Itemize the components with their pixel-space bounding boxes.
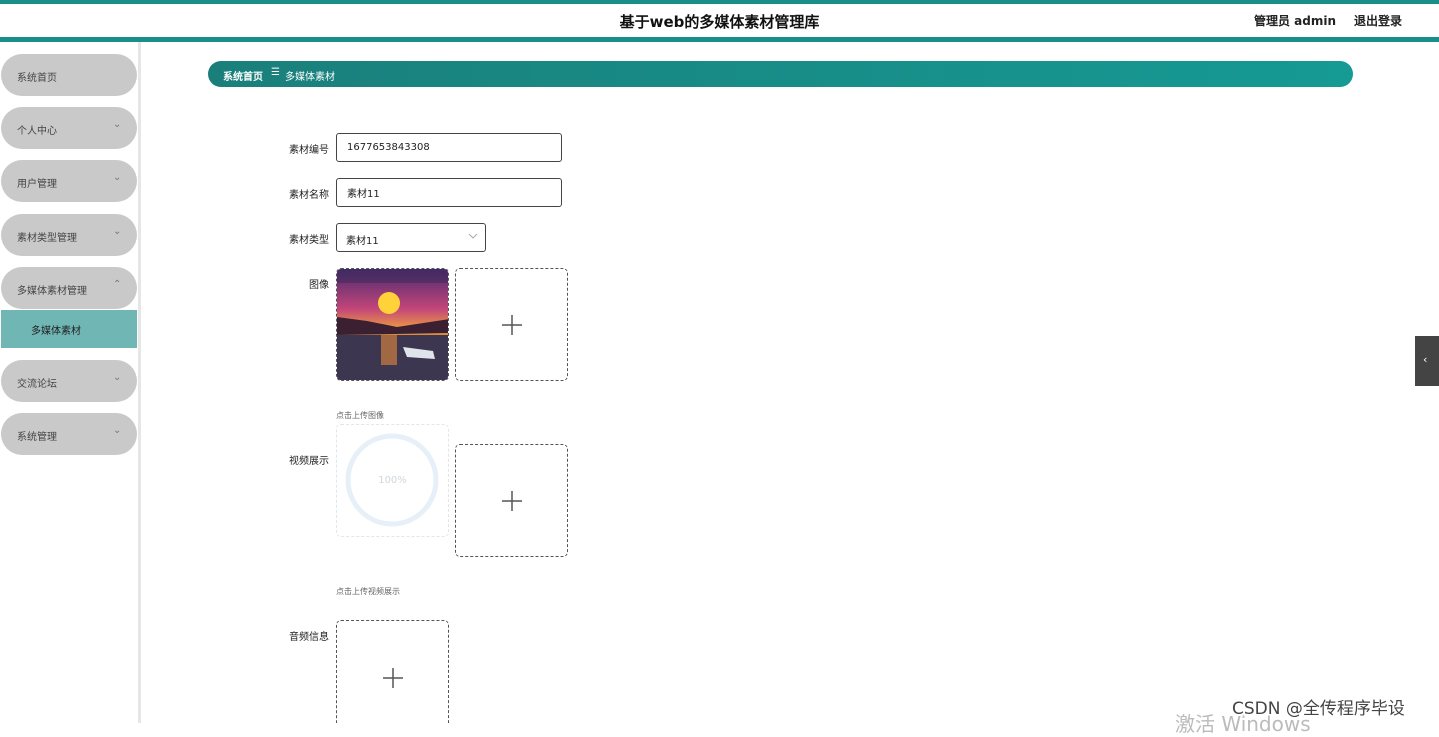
image-upload-hint: 点击上传图像 bbox=[336, 411, 384, 420]
sidebar-item-forum[interactable]: 交流论坛 ⌄ bbox=[1, 360, 137, 402]
sidebar: 系统首页 个人中心 ⌄ 用户管理 ⌄ 素材类型管理 ⌄ 多媒体素材管理 ⌃ 多媒… bbox=[0, 42, 141, 723]
watermark: CSDN @全传程序毕设 bbox=[1232, 699, 1405, 719]
sidebar-item-label: 系统首页 bbox=[17, 73, 57, 84]
sidebar-subitem-label: 多媒体素材 bbox=[31, 326, 81, 337]
video-label: 视频展示 bbox=[289, 456, 329, 467]
logout-button[interactable]: 退出登录 bbox=[1354, 12, 1402, 29]
app-header: 基于web的多媒体素材管理库 管理员 admin 退出登录 bbox=[0, 4, 1439, 37]
sidebar-item-label: 多媒体素材管理 bbox=[17, 286, 87, 297]
app-title: 基于web的多媒体素材管理库 bbox=[619, 13, 820, 31]
type-select-value: 素材11 bbox=[346, 236, 379, 247]
sidebar-item-system-management[interactable]: 系统管理 ⌄ bbox=[1, 413, 137, 455]
code-label: 素材编号 bbox=[289, 145, 329, 156]
audio-upload-button[interactable] bbox=[336, 620, 449, 723]
image-upload-button[interactable] bbox=[455, 268, 568, 381]
breadcrumb-separator-icon: ☰ bbox=[271, 67, 280, 78]
name-field[interactable] bbox=[336, 178, 562, 207]
sidebar-item-user-management[interactable]: 用户管理 ⌄ bbox=[1, 160, 137, 202]
audio-label: 音频信息 bbox=[289, 632, 329, 643]
uploaded-image-thumbnail[interactable] bbox=[336, 268, 449, 381]
sidebar-item-material-type-management[interactable]: 素材类型管理 ⌄ bbox=[1, 214, 137, 256]
chevron-up-icon: ⌃ bbox=[113, 279, 122, 290]
collapse-panel-button[interactable]: ‹ bbox=[1415, 336, 1439, 386]
video-upload-hint: 点击上传视频展示 bbox=[336, 587, 400, 596]
type-select[interactable]: 素材11 bbox=[336, 223, 486, 252]
code-field[interactable] bbox=[336, 133, 562, 162]
video-upload-progress: 100% bbox=[336, 424, 449, 537]
sidebar-item-label: 个人中心 bbox=[17, 126, 57, 137]
chevron-down-icon: ⌄ bbox=[113, 119, 122, 130]
plus-icon bbox=[383, 668, 403, 688]
sidebar-item-label: 系统管理 bbox=[17, 432, 57, 443]
progress-percent: 100% bbox=[378, 475, 407, 486]
breadcrumb: 系统首页 ☰ 多媒体素材 bbox=[208, 61, 1353, 87]
sunset-image bbox=[337, 269, 448, 380]
sidebar-item-multimedia-management[interactable]: 多媒体素材管理 ⌃ bbox=[1, 267, 137, 309]
sidebar-item-label: 交流论坛 bbox=[17, 379, 57, 390]
chevron-down-icon: ⌄ bbox=[113, 172, 122, 183]
type-label: 素材类型 bbox=[289, 235, 329, 246]
chevron-down-icon: ⌄ bbox=[113, 372, 122, 383]
chevron-down-icon: ⌄ bbox=[113, 425, 122, 436]
chevron-left-icon: ‹ bbox=[1423, 353, 1428, 366]
sidebar-item-label: 素材类型管理 bbox=[17, 233, 77, 244]
sidebar-item-personal-center[interactable]: 个人中心 ⌄ bbox=[1, 107, 137, 149]
name-label: 素材名称 bbox=[289, 190, 329, 201]
plus-icon bbox=[502, 315, 522, 335]
plus-icon bbox=[502, 491, 522, 511]
breadcrumb-current: 多媒体素材 bbox=[285, 72, 335, 83]
header-bottom-stripe bbox=[0, 37, 1439, 42]
chevron-down-icon: ⌄ bbox=[113, 226, 122, 237]
sidebar-item-home[interactable]: 系统首页 bbox=[1, 54, 137, 96]
sidebar-item-label: 用户管理 bbox=[17, 179, 57, 190]
chevron-down-icon bbox=[467, 230, 479, 245]
video-upload-button[interactable] bbox=[455, 444, 568, 557]
sidebar-subitem-multimedia-material[interactable]: 多媒体素材 bbox=[1, 310, 137, 348]
admin-user-label: 管理员 admin bbox=[1254, 14, 1337, 28]
image-label: 图像 bbox=[309, 280, 329, 291]
breadcrumb-home[interactable]: 系统首页 bbox=[223, 68, 263, 83]
